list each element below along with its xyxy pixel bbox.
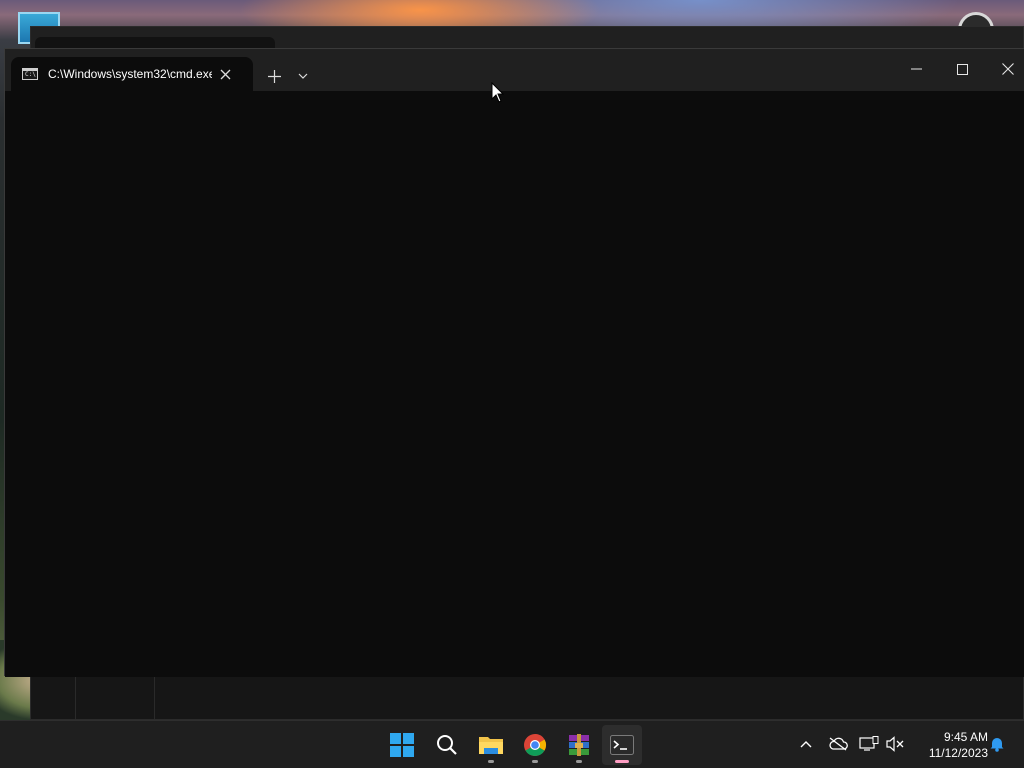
clock-date: 11/12/2023 (928, 746, 988, 760)
minimize-button[interactable] (893, 49, 939, 89)
chrome-button[interactable] (515, 725, 555, 765)
tab-title: C:\Windows\system32\cmd.exe (48, 67, 212, 81)
running-indicator (532, 760, 538, 763)
show-hidden-icons-button[interactable] (795, 733, 817, 755)
running-indicator (488, 760, 494, 763)
terminal-output-area[interactable] (5, 91, 1024, 677)
search-button[interactable] (427, 725, 467, 765)
cmd-icon-label: C:\ (25, 71, 36, 78)
terminal-button[interactable] (602, 725, 642, 765)
terminal-window[interactable]: C:\ C:\Windows\system32\cmd.exe (4, 48, 1024, 677)
maximize-button[interactable] (939, 49, 985, 89)
background-window-area (75, 675, 155, 719)
winrar-icon (569, 734, 589, 756)
running-indicator (576, 760, 582, 763)
terminal-icon (610, 735, 634, 755)
chrome-icon (524, 734, 546, 756)
volume-button[interactable] (884, 733, 906, 755)
clock-time: 9:45 AM (943, 730, 988, 744)
terminal-titlebar[interactable]: C:\ C:\Windows\system32\cmd.exe (5, 49, 1024, 91)
close-icon (220, 69, 230, 79)
winrar-button[interactable] (559, 725, 599, 765)
network-icon (859, 736, 879, 751)
file-explorer-button[interactable] (471, 725, 511, 765)
active-indicator (615, 760, 629, 763)
tab-dropdown-button[interactable] (291, 63, 315, 89)
network-button[interactable] (858, 733, 880, 755)
search-icon (437, 735, 457, 755)
start-button[interactable] (382, 725, 422, 765)
maximize-icon (956, 63, 968, 75)
onedrive-button[interactable] (827, 733, 849, 755)
cloud-offline-icon (829, 737, 848, 751)
tab-cmd[interactable]: C:\ C:\Windows\system32\cmd.exe (11, 57, 253, 91)
new-tab-button[interactable] (261, 63, 287, 89)
notifications-button[interactable] (986, 733, 1008, 755)
clock-button[interactable]: 9:45 AM 11/12/2023 (912, 729, 988, 761)
mouse-cursor-icon (491, 82, 505, 103)
volume-muted-icon (886, 736, 904, 752)
bell-icon (990, 738, 1004, 752)
plus-icon (267, 69, 281, 83)
folder-icon (479, 737, 503, 754)
cmd-icon: C:\ (22, 68, 38, 80)
close-icon (1002, 63, 1014, 75)
chevron-down-icon (298, 73, 308, 79)
windows-logo-icon (390, 733, 414, 757)
close-tab-button[interactable] (214, 63, 236, 85)
chevron-up-icon (800, 741, 812, 748)
minimize-icon (910, 68, 922, 70)
close-window-button[interactable] (985, 49, 1024, 89)
taskbar: 9:45 AM 11/12/2023 (0, 720, 1024, 768)
